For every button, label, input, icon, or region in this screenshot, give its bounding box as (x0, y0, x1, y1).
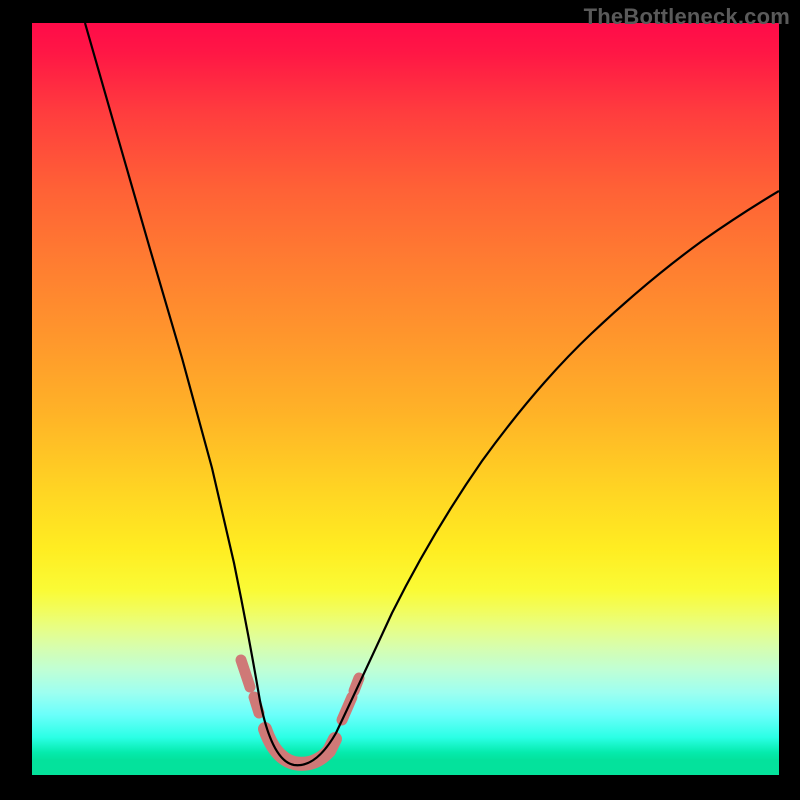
highlight-valley (265, 729, 335, 764)
highlight-left-entry-2 (254, 697, 259, 713)
chart-frame: TheBottleneck.com (0, 0, 800, 800)
curve-line (85, 23, 779, 765)
highlight-left-entry (241, 660, 250, 687)
watermark-text: TheBottleneck.com (584, 4, 790, 30)
bottleneck-curve (32, 23, 779, 775)
plot-area (32, 23, 779, 775)
